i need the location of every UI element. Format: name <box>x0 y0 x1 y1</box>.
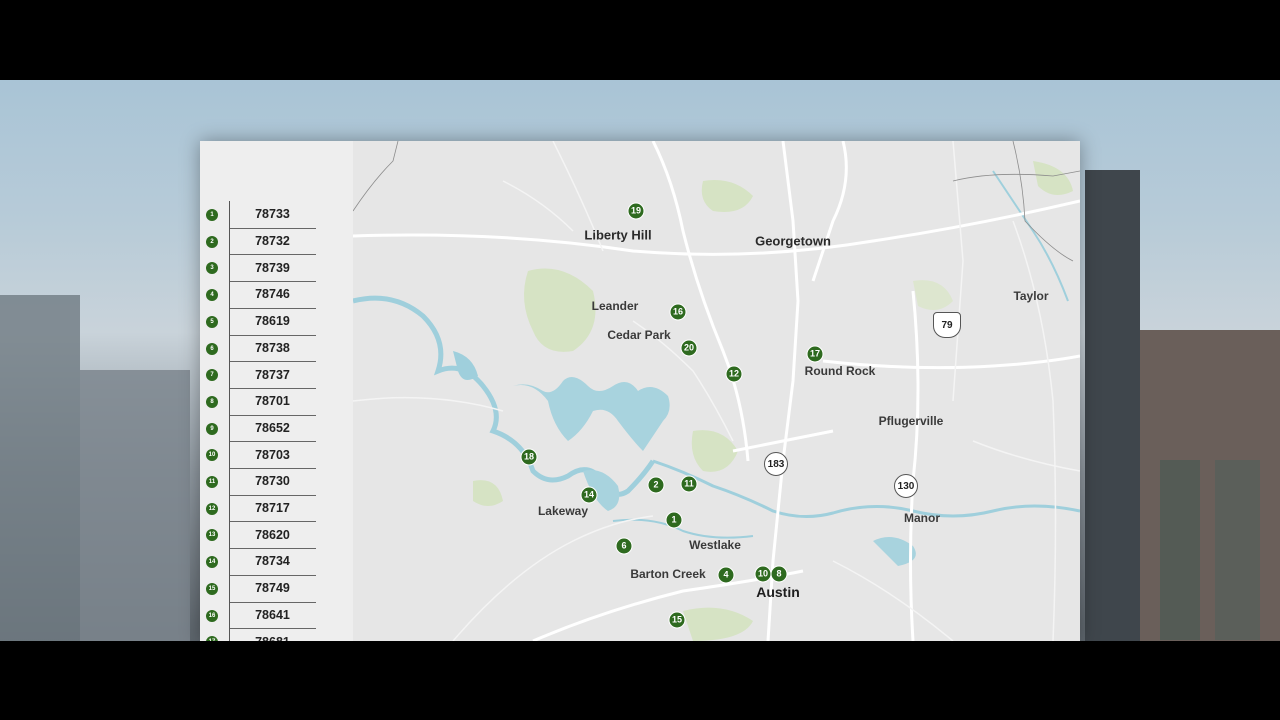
place-label-liberty-hill: Liberty Hill <box>584 227 652 243</box>
rank-badge: 3 <box>206 262 218 275</box>
zip-list-item: 5 78619 <box>200 308 353 335</box>
rank-badge: 2 <box>206 235 218 248</box>
zip-list-item: 13 78620 <box>200 521 353 548</box>
place-label-lakeway: Lakeway <box>537 504 589 518</box>
zip-marker[interactable]: 17 <box>806 345 824 363</box>
zip-code-label: 78737 <box>255 367 290 382</box>
zip-code-label: 78734 <box>255 554 290 569</box>
rank-badge: 16 <box>206 609 218 622</box>
minor-roads <box>353 141 1080 641</box>
zip-marker[interactable]: 10 <box>754 565 772 583</box>
rank-badge: 8 <box>206 395 218 408</box>
map-canvas[interactable]: Liberty Hill Georgetown Taylor Leander Cedar… <box>353 141 1080 641</box>
zip-list-item: 7 78737 <box>200 361 353 388</box>
park-area <box>683 607 753 641</box>
zip-list-item: 9 78652 <box>200 415 353 442</box>
park-area <box>1033 161 1073 195</box>
rank-badge: 10 <box>206 449 218 462</box>
zip-marker[interactable]: 14 <box>580 486 598 504</box>
zip-list-item: 1778681 <box>200 628 353 641</box>
zip-list-item: 10 78703 <box>200 441 353 468</box>
zip-code-label: 78641 <box>255 607 290 622</box>
zip-list-item: 2 78732 <box>200 228 353 255</box>
zip-marker[interactable]: 1 <box>665 511 683 529</box>
zip-list-item: 11 78730 <box>200 468 353 495</box>
zip-code-label: 78746 <box>255 287 290 302</box>
map-basemap <box>353 141 1080 641</box>
rank-badge: 7 <box>206 369 218 382</box>
zip-marker[interactable]: 18 <box>520 448 538 466</box>
zip-list-item: 15 78749 <box>200 575 353 602</box>
place-label-georgetown: Georgetown <box>755 233 831 249</box>
zip-code-label: 78749 <box>255 581 290 596</box>
place-label-pflugerville: Pflugerville <box>878 414 944 428</box>
zip-marker[interactable]: 11 <box>680 475 698 493</box>
zip-code-label: 78730 <box>255 474 290 489</box>
highway-shield-icon: 79 <box>933 312 961 338</box>
major-roads <box>353 141 1080 641</box>
lake-travis <box>513 377 670 451</box>
place-label-barton-creek: Barton Creek <box>630 567 706 581</box>
zip-marker[interactable]: 15 <box>668 611 686 629</box>
highway-shield-icon: 130 <box>894 474 918 498</box>
zip-code-label: 78652 <box>255 420 290 435</box>
rank-badge: 6 <box>206 342 218 355</box>
zip-marker[interactable]: 2 <box>647 476 665 494</box>
place-label-westlake: Westlake <box>689 538 741 552</box>
letterbox-top <box>0 0 1280 80</box>
place-label-round-rock: Round Rock <box>804 364 876 378</box>
letterbox-bottom <box>0 641 1280 720</box>
place-label-manor: Manor <box>904 511 940 525</box>
rank-badge: 9 <box>206 422 218 435</box>
rank-badge: 12 <box>206 502 218 515</box>
zip-code-label: 78733 <box>255 207 290 222</box>
zip-code-label: 78703 <box>255 447 290 462</box>
zip-code-label: 78619 <box>255 314 290 329</box>
list-divider-line <box>229 201 230 641</box>
zip-code-label: 78717 <box>255 501 290 516</box>
place-label-austin: Austin <box>756 584 800 600</box>
place-label-cedar-park: Cedar Park <box>607 328 671 342</box>
highway-shield-icon: 183 <box>764 452 788 476</box>
park-area <box>473 480 503 506</box>
rank-badge: 15 <box>206 582 218 595</box>
creek <box>612 518 754 539</box>
zip-code-list: 1 78733 2 78732 3 78739 4 78746 5 78619 6 78738 7 787… <box>200 141 353 641</box>
place-label-taylor: Taylor <box>1013 289 1049 303</box>
rank-badge: 4 <box>206 289 218 302</box>
park-area <box>701 180 753 212</box>
map-panel: 1 78733 2 78732 3 78739 4 78746 5 78619 6 78738 7 787… <box>200 141 1080 641</box>
zip-marker[interactable]: 20 <box>680 339 698 357</box>
zip-marker[interactable]: 19 <box>627 202 645 220</box>
zip-list-item: 12 78717 <box>200 495 353 522</box>
zip-code-label: 78732 <box>255 234 290 249</box>
zip-marker[interactable]: 16 <box>669 303 687 321</box>
place-label-leander: Leander <box>591 299 639 313</box>
zip-marker[interactable]: 6 <box>615 537 633 555</box>
zip-list-item: 14 78734 <box>200 548 353 575</box>
zip-list-item: 8 78701 <box>200 388 353 415</box>
zip-list-item: 4 78746 <box>200 281 353 308</box>
rank-badge: 11 <box>206 476 218 488</box>
rank-badge: 13 <box>206 529 218 542</box>
zip-marker[interactable]: 12 <box>725 365 743 383</box>
rank-badge: 1 <box>206 209 218 221</box>
zip-list-item: 1 78733 <box>200 201 353 228</box>
zip-marker[interactable]: 4 <box>717 566 735 584</box>
zip-list-item: 16 78641 <box>200 602 353 629</box>
zip-code-label: 78681 <box>230 628 315 641</box>
park-area <box>913 280 953 310</box>
rank-badge: 5 <box>206 315 218 328</box>
zip-list-item: 3 78739 <box>200 254 353 281</box>
zip-code-label: 78738 <box>255 340 290 355</box>
park-area <box>524 268 596 352</box>
zip-marker[interactable]: 8 <box>770 565 788 583</box>
rank-badge: 14 <box>206 556 218 569</box>
zip-code-label: 78620 <box>255 527 290 542</box>
lake <box>453 351 478 380</box>
zip-list-item: 6 78738 <box>200 335 353 362</box>
zip-code-label: 78739 <box>255 260 290 275</box>
zip-code-label: 78701 <box>255 394 290 409</box>
